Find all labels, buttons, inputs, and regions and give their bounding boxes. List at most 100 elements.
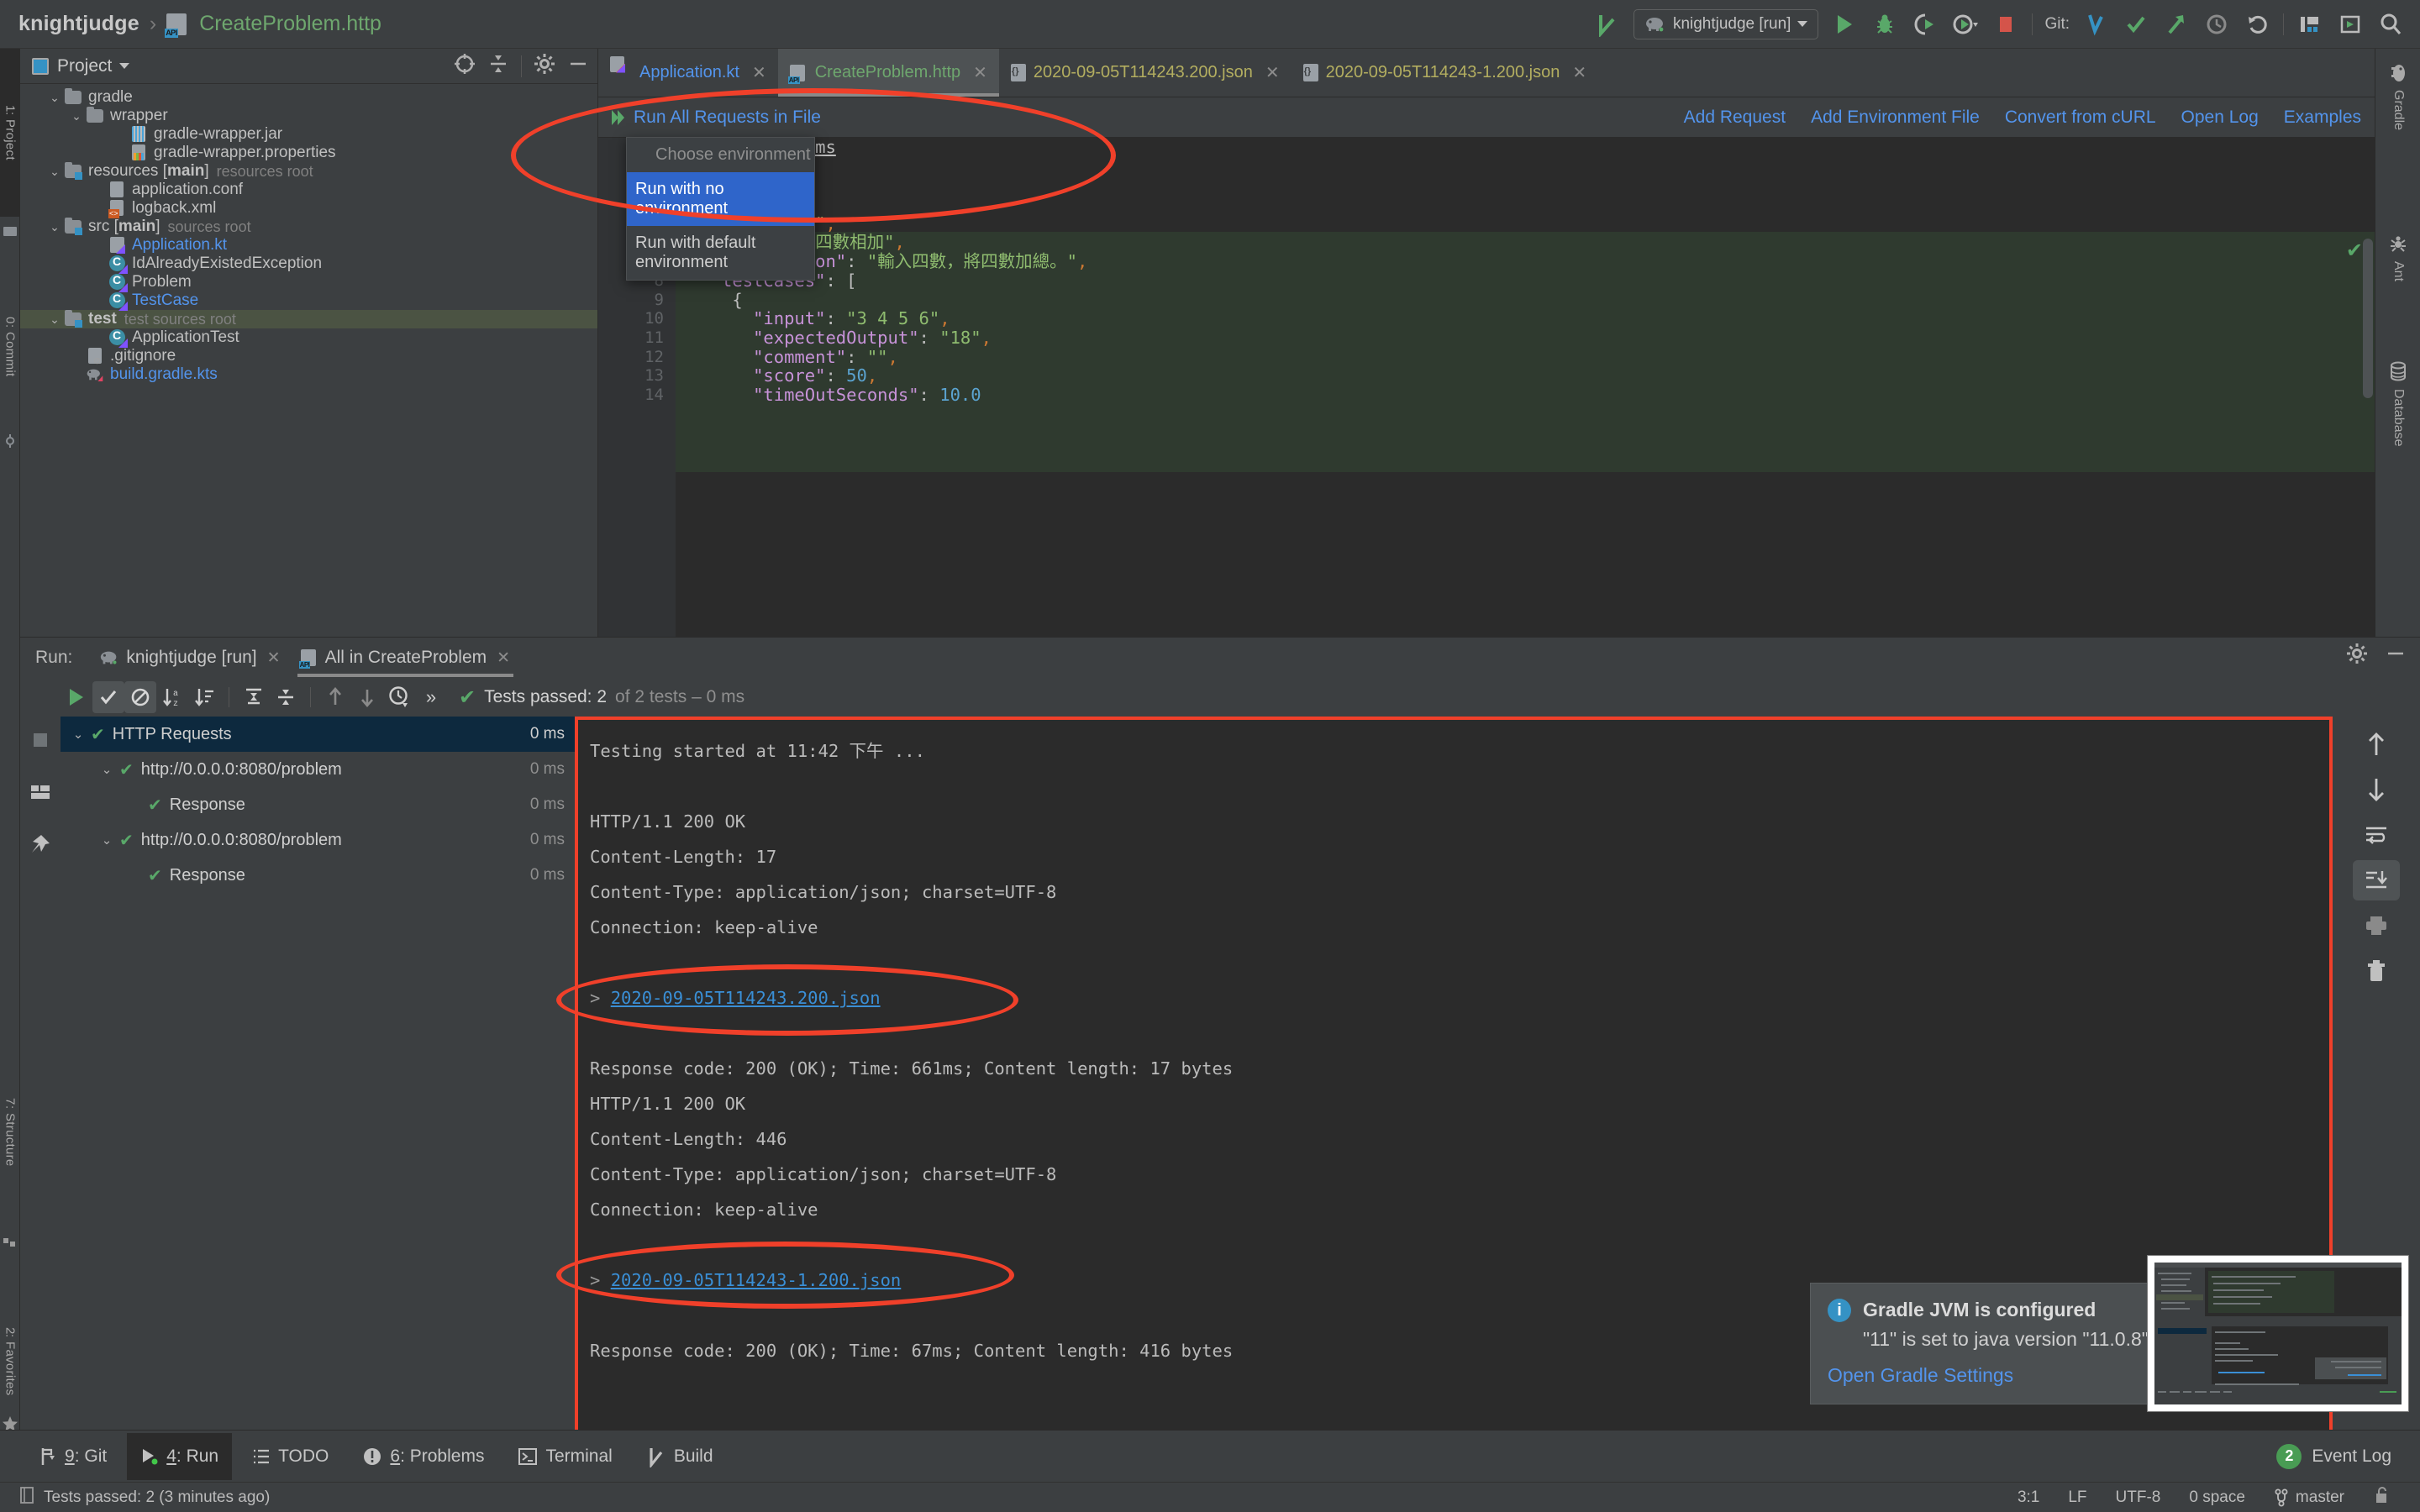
menu-item-run-default-environment[interactable]: Run with default environment xyxy=(627,226,814,280)
hide-ignored-icon[interactable] xyxy=(124,681,156,713)
editor-tab-2020-09-05t114243-200-json[interactable]: 2020-09-05T114243.200.json ✕ xyxy=(999,49,1292,97)
tree-expand-arrow[interactable]: · xyxy=(89,239,108,252)
test-tree-row[interactable]: ⌄ ✔ http://0.0.0.0:8080/problem 0 ms xyxy=(60,752,575,787)
event-log-label[interactable]: Event Log xyxy=(2312,1446,2391,1467)
expand-arrow-icon[interactable]: > xyxy=(590,1270,611,1290)
scroll-down-icon[interactable] xyxy=(2333,767,2420,812)
tree-expand-arrow[interactable]: ⌄ xyxy=(45,220,64,234)
prev-failed-icon[interactable] xyxy=(319,681,351,713)
close-icon[interactable]: ✕ xyxy=(752,62,766,83)
environment-dropdown-menu[interactable]: Choose environment Run with no environme… xyxy=(626,137,815,281)
unlocked-icon[interactable] xyxy=(2373,1486,2390,1509)
run-tab-knightjudge[interactable]: knightjudge [run] ✕ xyxy=(91,638,288,677)
tree-expand-arrow[interactable]: · xyxy=(89,331,108,344)
test-result-tree[interactable]: ⌄ ✔ HTTP Requests 0 ms ⌄ ✔ http://0.0.0.0:8080… xyxy=(60,717,575,1460)
next-failed-icon[interactable] xyxy=(351,681,383,713)
link-add-environment-file[interactable]: Add Environment File xyxy=(1811,108,1980,128)
settings-gear-icon[interactable] xyxy=(2346,643,2368,669)
close-icon[interactable]: ✕ xyxy=(1572,62,1586,83)
debug-icon[interactable] xyxy=(1870,10,1899,39)
bottom-tab-git[interactable]: 9: Git xyxy=(25,1433,120,1480)
tree-item-src-main-[interactable]: ⌄ src [main] sources root xyxy=(20,218,597,236)
tree-item-idalreadyexistedexception[interactable]: · IdAlreadyExistedException xyxy=(20,255,597,273)
tree-item-resources-main-[interactable]: ⌄ resources [main] resources root xyxy=(20,162,597,181)
rollback-icon[interactable] xyxy=(2243,10,2271,39)
caret-position[interactable]: 3:1 xyxy=(2018,1488,2039,1507)
soft-wrap-icon[interactable] xyxy=(2333,812,2420,858)
tree-expand-arrow[interactable]: · xyxy=(67,368,86,381)
breadcrumb-project[interactable]: knightjudge xyxy=(18,12,139,36)
pin-icon[interactable] xyxy=(20,824,60,864)
update-project-icon[interactable] xyxy=(2081,10,2110,39)
tree-item-gradle[interactable]: ⌄ gradle xyxy=(20,88,597,107)
scroll-up-icon[interactable] xyxy=(2333,722,2420,767)
sidebar-item-ant[interactable]: Ant xyxy=(2375,225,2420,334)
close-icon[interactable]: ✕ xyxy=(497,648,510,668)
hide-icon[interactable] xyxy=(2385,643,2407,669)
tree-expand-arrow[interactable]: · xyxy=(67,349,86,363)
tree-expand-arrow[interactable]: · xyxy=(89,294,108,307)
stop-icon[interactable] xyxy=(20,720,60,760)
tree-item-application-conf[interactable]: · application.conf xyxy=(20,181,597,199)
search-everywhere-icon[interactable] xyxy=(2376,10,2405,39)
code-editor[interactable]: :8080/problemscation/json 4{5 "id": "103"… xyxy=(598,138,2375,637)
tree-expand-arrow[interactable]: ⌄ xyxy=(66,727,91,742)
tree-item-logback-xml[interactable]: · logback.xml xyxy=(20,199,597,218)
editor-scrollbar[interactable] xyxy=(2363,239,2373,398)
test-tree-row[interactable]: ⌄ ✔ http://0.0.0.0:8080/problem 0 ms xyxy=(60,822,575,858)
link-open-log[interactable]: Open Log xyxy=(2181,108,2259,128)
tree-item-testcase[interactable]: · TestCase xyxy=(20,291,597,310)
tree-item-problem[interactable]: · Problem xyxy=(20,273,597,291)
sidebar-item-commit[interactable]: 0: Commit xyxy=(0,267,20,427)
push-icon[interactable] xyxy=(2162,10,2191,39)
git-branch-widget[interactable]: master xyxy=(2274,1488,2344,1507)
code-content[interactable]: :8080/problemscation/json 4{5 "id": "103"… xyxy=(598,138,2375,637)
rerun-icon[interactable] xyxy=(60,681,92,713)
tree-expand-arrow[interactable]: · xyxy=(89,183,108,197)
sort-alphabetically-icon[interactable]: az xyxy=(156,681,188,713)
tree-item-application-kt[interactable]: · Application.kt xyxy=(20,236,597,255)
editor-tab-application-kt[interactable]: Application.kt ✕ xyxy=(598,49,778,97)
scroll-to-end-icon[interactable] xyxy=(2333,858,2420,903)
print-icon[interactable] xyxy=(2333,903,2420,948)
show-passed-icon[interactable] xyxy=(92,681,124,713)
bottom-tab-problems[interactable]: 6: Problems xyxy=(349,1433,497,1480)
tree-expand-arrow[interactable]: · xyxy=(111,146,129,160)
sidebar-item-gradle[interactable]: Gradle xyxy=(2375,55,2420,207)
commit-icon[interactable] xyxy=(2122,10,2150,39)
sidebar-item-database[interactable]: Database xyxy=(2375,351,2420,532)
tree-expand-arrow[interactable]: ⌄ xyxy=(94,762,119,777)
editor-tab-2020-09-05t114243-1-200-json[interactable]: 2020-09-05T114243-1.200.json ✕ xyxy=(1292,49,1599,97)
build-icon[interactable] xyxy=(2296,10,2324,39)
chevron-down-icon[interactable] xyxy=(119,63,130,69)
test-tree-row[interactable]: ✔ Response 0 ms xyxy=(60,858,575,893)
layout-icon[interactable] xyxy=(20,772,60,812)
indent-setting[interactable]: 0 space xyxy=(2189,1488,2245,1507)
tree-item-applicationtest[interactable]: · ApplicationTest xyxy=(20,328,597,347)
line-separator[interactable]: LF xyxy=(2068,1488,2086,1507)
response-file-link[interactable]: 2020-09-05T114243-1.200.json xyxy=(611,1270,902,1290)
file-encoding[interactable]: UTF-8 xyxy=(2116,1488,2161,1507)
more-icon[interactable]: » xyxy=(415,681,447,713)
run-icon[interactable] xyxy=(1830,10,1859,39)
expand-arrow-icon[interactable]: > xyxy=(590,988,611,1008)
tree-item-build-gradle-kts[interactable]: · build.gradle.kts xyxy=(20,365,597,384)
history-icon[interactable] xyxy=(2202,10,2231,39)
bottom-tab-terminal[interactable]: Terminal xyxy=(504,1433,625,1480)
preview-icon[interactable] xyxy=(2336,10,2365,39)
profiler-icon[interactable] xyxy=(1951,10,1980,39)
clear-all-icon[interactable] xyxy=(2333,948,2420,994)
bottom-tab-todo[interactable]: TODO xyxy=(239,1433,342,1480)
close-icon[interactable]: ✕ xyxy=(973,62,987,83)
settings-gear-icon[interactable] xyxy=(534,53,555,79)
run-configuration-selector[interactable]: knightjudge [run] xyxy=(1633,8,1819,39)
tree-expand-arrow[interactable]: ⌄ xyxy=(45,312,64,327)
project-file-tree[interactable]: ⌄gradle⌄wrapper·gradle-wrapper.jar·gradl… xyxy=(20,85,597,637)
breadcrumb-file[interactable]: CreateProblem.http xyxy=(199,12,381,36)
bottom-tab-run[interactable]: 4: Run xyxy=(127,1432,233,1480)
tree-item-wrapper[interactable]: ⌄ wrapper xyxy=(20,107,597,125)
test-tree-row[interactable]: ✔ Response 0 ms xyxy=(60,787,575,822)
hide-icon[interactable] xyxy=(567,53,589,79)
tree-item-gradle-wrapper-jar[interactable]: · gradle-wrapper.jar xyxy=(20,125,597,144)
tree-expand-arrow[interactable]: · xyxy=(89,257,108,270)
